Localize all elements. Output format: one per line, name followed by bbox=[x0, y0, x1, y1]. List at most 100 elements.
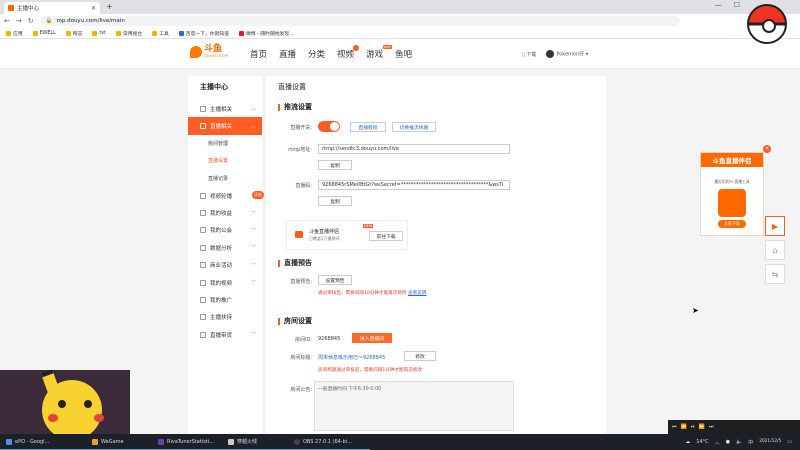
bookmark-item[interactable]: 工具 bbox=[152, 30, 169, 37]
next-icon[interactable]: ⏭ bbox=[709, 424, 714, 430]
rewind-icon[interactable]: ⏪ bbox=[681, 424, 687, 430]
bookmark-item[interactable]: tvt bbox=[92, 30, 106, 36]
play-pause-icon[interactable]: ⏯ bbox=[691, 424, 695, 430]
room-notice-label: 房间公告: bbox=[290, 387, 312, 393]
preview-warning: 通过审核后，需要间隔10分钟才能再次修改 查看说明 bbox=[318, 291, 427, 296]
chart-icon bbox=[200, 244, 206, 251]
ad-close-icon[interactable]: × bbox=[763, 145, 771, 153]
sidebar-item-earnings[interactable]: 我的收益 ﹀ bbox=[188, 204, 262, 221]
nav-home[interactable]: 首页 bbox=[250, 48, 267, 60]
sidebar-item-my-videos[interactable]: 我的视频 ﹀ bbox=[188, 274, 262, 291]
sidebar-item-commerce[interactable]: 直播带货 ﹀ bbox=[188, 326, 262, 343]
folder-icon bbox=[32, 30, 38, 36]
bookmark-item[interactable]: 微博 - 随时随地发现... bbox=[238, 30, 294, 37]
douyu-logo[interactable]: 斗鱼 DOUYU.COM bbox=[190, 45, 228, 58]
url-field[interactable]: 🔒 mp.douyu.com/live/main bbox=[39, 16, 680, 26]
home-float-icon[interactable]: ⌂ bbox=[765, 240, 785, 260]
bookmark-item[interactable]: EWELL bbox=[32, 30, 56, 36]
page-title: 直播设置 bbox=[278, 83, 306, 91]
sidebar-item-video-carousel[interactable]: 视频轮播 试听 bbox=[188, 187, 264, 204]
taskbar-wegame[interactable]: WeGame bbox=[86, 434, 152, 450]
rtmp-address-input[interactable]: rtmp://sendtc3.douyu.com/live bbox=[318, 144, 510, 154]
bookmark-item[interactable]: 百度一下，你就知道 bbox=[178, 30, 229, 37]
sidebar-item-analytics[interactable]: 数据分析 ﹀ bbox=[188, 239, 262, 256]
preview-label: 直播预告: bbox=[290, 279, 312, 285]
address-bar-row: ← → ↻ 🔒 mp.douyu.com/live/main bbox=[0, 14, 800, 28]
sidebar-sub-live-records[interactable]: 直播记录 bbox=[188, 170, 262, 187]
minimize-icon[interactable]: — bbox=[715, 1, 722, 9]
clock[interactable]: 2021/12/5 bbox=[759, 439, 781, 445]
ad-download-button[interactable]: 立即下载 bbox=[718, 220, 746, 228]
taskbar-obs[interactable]: OBS 27.0.1 (64-bi... bbox=[288, 434, 370, 450]
sidebar-item-support[interactable]: 主播扶持 bbox=[188, 309, 262, 326]
preview-rules-link[interactable]: 查看说明 bbox=[408, 291, 426, 296]
video-icon bbox=[200, 192, 206, 199]
companion-ad[interactable]: 斗鱼直播伴侣 最好用的PC直播工具 立即下载 bbox=[700, 152, 764, 236]
browser-tab[interactable]: 主播中心 ✕ bbox=[4, 2, 100, 14]
set-preview-button[interactable]: 设置预告 bbox=[318, 275, 352, 285]
film-icon bbox=[200, 279, 206, 286]
prev-icon[interactable]: ⏮ bbox=[672, 424, 677, 430]
stream-code-input[interactable]: 9268845rSMe0BtGt?wsSecret=**************… bbox=[318, 180, 510, 190]
webcam-overlay bbox=[0, 370, 130, 434]
bookmark-item[interactable]: 常用搜台 bbox=[115, 30, 142, 37]
download-link[interactable]: ▯ 下载 bbox=[522, 51, 536, 58]
copy-code-button[interactable]: 复制 bbox=[318, 196, 352, 206]
reload-icon[interactable]: ↻ bbox=[28, 17, 34, 25]
live-switch-toggle[interactable] bbox=[318, 121, 340, 132]
taskbar-crossfire[interactable]: 穿越火线 bbox=[222, 434, 288, 450]
top-nav: 首页 直播 分类 视频 游戏 NEW 鱼吧 bbox=[250, 45, 412, 60]
bookmarks-bar: 应用 EWELL 网志 tvt 常用搜台 工具 百度一下，你就知道 微博 - 随… bbox=[0, 28, 800, 39]
lock-icon: 🔒 bbox=[45, 18, 53, 24]
sidebar: 主播中心 主播相关 ︿ 直播相关 ︿ 房间管理 直播设置 直播记录 视频轮播 试听 我… bbox=[188, 76, 264, 436]
bookmark-item[interactable]: 应用 bbox=[6, 30, 23, 37]
forward-icon[interactable]: → bbox=[16, 17, 22, 25]
new-tab-icon[interactable]: + bbox=[106, 2, 113, 11]
sidebar-item-promotion[interactable]: 我的推广 bbox=[188, 291, 262, 308]
forward-icon[interactable]: ⏩ bbox=[699, 424, 705, 430]
taskbar-rivatuner[interactable]: RivaTunerStatisti... bbox=[152, 434, 222, 450]
stream-code-label: 直播码: bbox=[295, 183, 312, 189]
back-icon[interactable]: ← bbox=[4, 17, 10, 25]
switch-line-button[interactable]: 切换推流线路 bbox=[392, 122, 436, 132]
temperature: 14°C bbox=[696, 439, 709, 445]
nav-video[interactable]: 视频 bbox=[337, 45, 360, 60]
bookmark-item[interactable]: 网志 bbox=[65, 30, 82, 37]
ime-indicator[interactable]: 中 bbox=[748, 439, 753, 446]
sidebar-item-live[interactable]: 直播相关 ︿ bbox=[188, 117, 262, 135]
baidu-icon bbox=[178, 30, 184, 36]
sidebar-sub-room-manage[interactable]: 房间管理 bbox=[188, 135, 262, 152]
sidebar-item-business[interactable]: 商业活动 ﹀ bbox=[188, 257, 262, 274]
room-name-value: 周末休息吸乐用已～9268845 bbox=[318, 355, 386, 361]
sidebar-sub-live-settings[interactable]: 直播设置 bbox=[188, 152, 262, 169]
enter-room-button[interactable]: 进入直播间 bbox=[352, 333, 392, 343]
volume-icon[interactable]: 🔈 bbox=[736, 439, 742, 445]
briefcase-icon bbox=[200, 262, 206, 269]
maximize-icon[interactable]: ☐ bbox=[734, 1, 740, 9]
nav-fishbar[interactable]: 鱼吧 bbox=[395, 48, 412, 60]
user-menu[interactable]: Pokemon仔 ▾ bbox=[546, 50, 588, 58]
feedback-float-icon[interactable]: ⇆ bbox=[765, 264, 785, 284]
nav-category[interactable]: 分类 bbox=[308, 48, 325, 60]
video-float-icon[interactable]: ▶ bbox=[765, 216, 785, 236]
promo-download-button[interactable]: 前往下载 bbox=[369, 231, 403, 241]
video-dot-badge bbox=[353, 45, 360, 51]
sidebar-item-anchor[interactable]: 主播相关 ︿ bbox=[188, 100, 262, 117]
live-tutorial-button[interactable]: 直播教程 bbox=[350, 122, 386, 132]
pikachu-eye bbox=[58, 400, 66, 408]
room-notice-textarea[interactable]: 一般直播时间 下午6:30-0:00 bbox=[314, 381, 514, 431]
sidebar-item-guild[interactable]: 我的公会 ﹀ bbox=[188, 222, 262, 239]
close-tab-icon[interactable]: ✕ bbox=[91, 5, 96, 12]
room-name-label: 房间标题: bbox=[290, 355, 312, 361]
taskbar-chrome[interactable]: ePO - Googl... bbox=[0, 434, 86, 450]
copy-rtmp-button[interactable]: 复制 bbox=[318, 160, 352, 170]
avatar bbox=[546, 50, 555, 58]
pikachu-cheek bbox=[48, 414, 58, 422]
edit-room-name-button[interactable]: 修改 bbox=[404, 351, 436, 361]
notification-icon[interactable]: ▭ bbox=[787, 439, 792, 445]
nav-game[interactable]: 游戏 NEW bbox=[366, 45, 393, 60]
nav-live[interactable]: 直播 bbox=[279, 48, 296, 60]
chevron-up-icon[interactable]: ︿ bbox=[715, 439, 720, 446]
wechat-tray-icon[interactable]: ● bbox=[726, 439, 730, 445]
chevron-down-icon: ﹀ bbox=[250, 227, 256, 234]
